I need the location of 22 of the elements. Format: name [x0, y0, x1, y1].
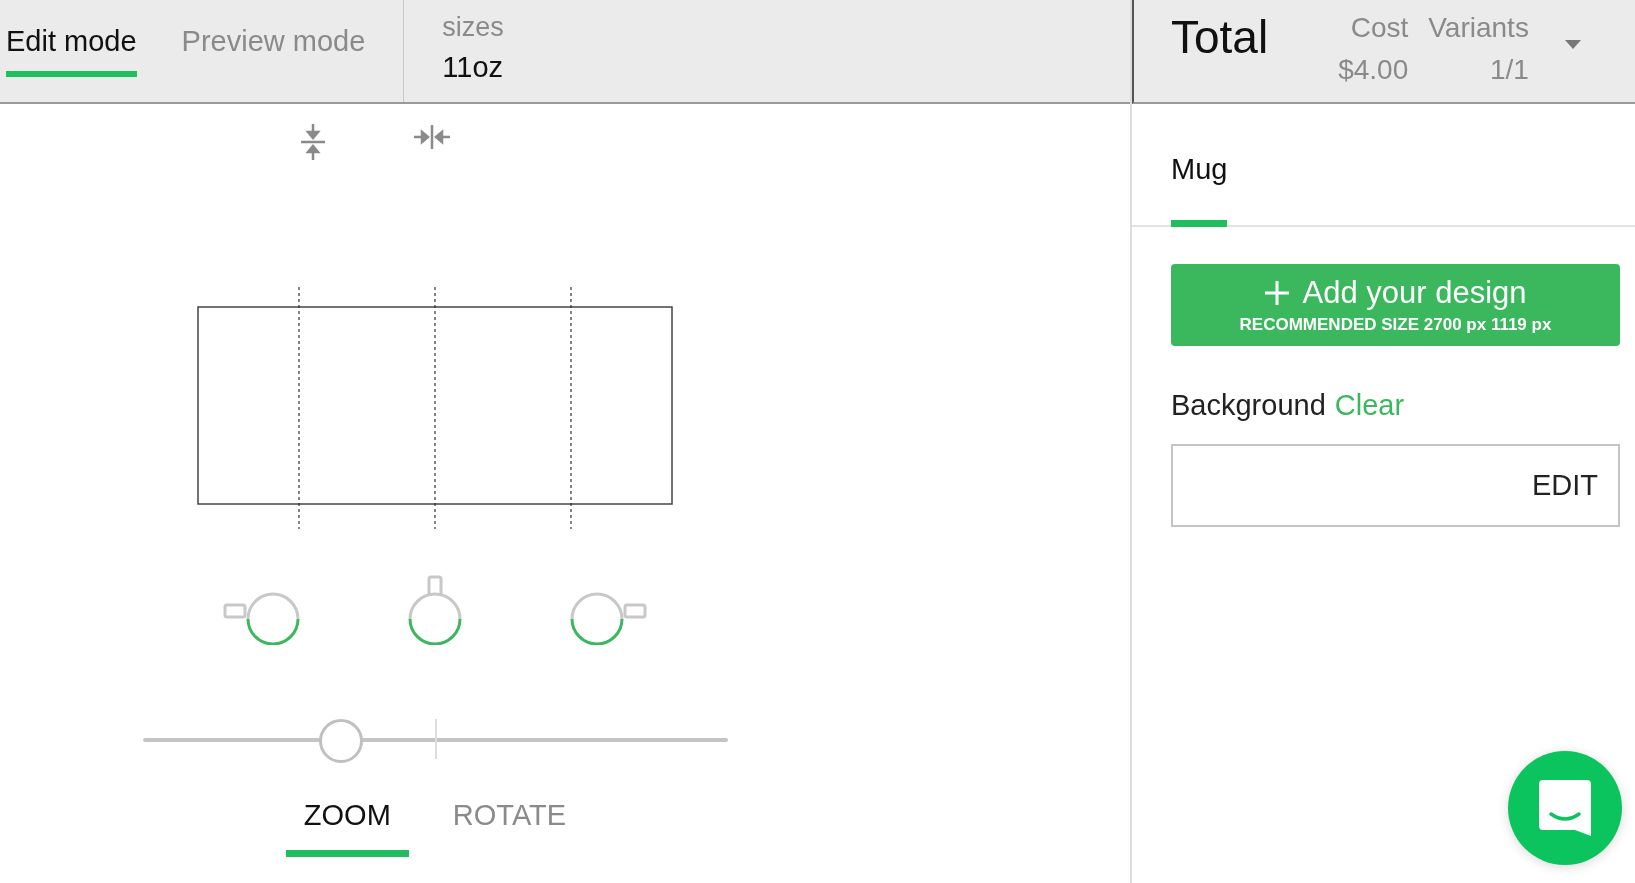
slider-thumb[interactable] [319, 719, 364, 763]
plus-icon [1264, 280, 1291, 306]
column-label: Cost [1350, 12, 1409, 44]
column-value: 1/1 [1489, 54, 1529, 86]
mode-tab[interactable]: Edit mode [6, 0, 137, 77]
chat-icon [1537, 778, 1593, 838]
column-label: Variants [1428, 12, 1529, 44]
sizes-label: sizes [442, 12, 504, 43]
size-hint: RECOMMENDED SIZE 2700 px 1119 px [1239, 315, 1552, 335]
caret-icon[interactable] [1564, 40, 1581, 50]
align-vertical-icon[interactable] [298, 122, 328, 162]
background-label: Background [1171, 389, 1326, 422]
column-value: $4.00 [1338, 54, 1409, 86]
tool-tab[interactable]: ZOOM [285, 799, 409, 857]
align-horizontal-icon[interactable] [412, 122, 452, 152]
product-tab[interactable]: Mug [1171, 153, 1228, 227]
zoom-slider[interactable] [142, 717, 728, 763]
sizes-value[interactable]: 11oz [442, 51, 504, 84]
edit-button[interactable]: EDIT [1171, 444, 1620, 527]
button-label: Add your design [1302, 275, 1527, 311]
chat-button[interactable] [1508, 751, 1622, 865]
total-title: Total [1171, 10, 1269, 64]
